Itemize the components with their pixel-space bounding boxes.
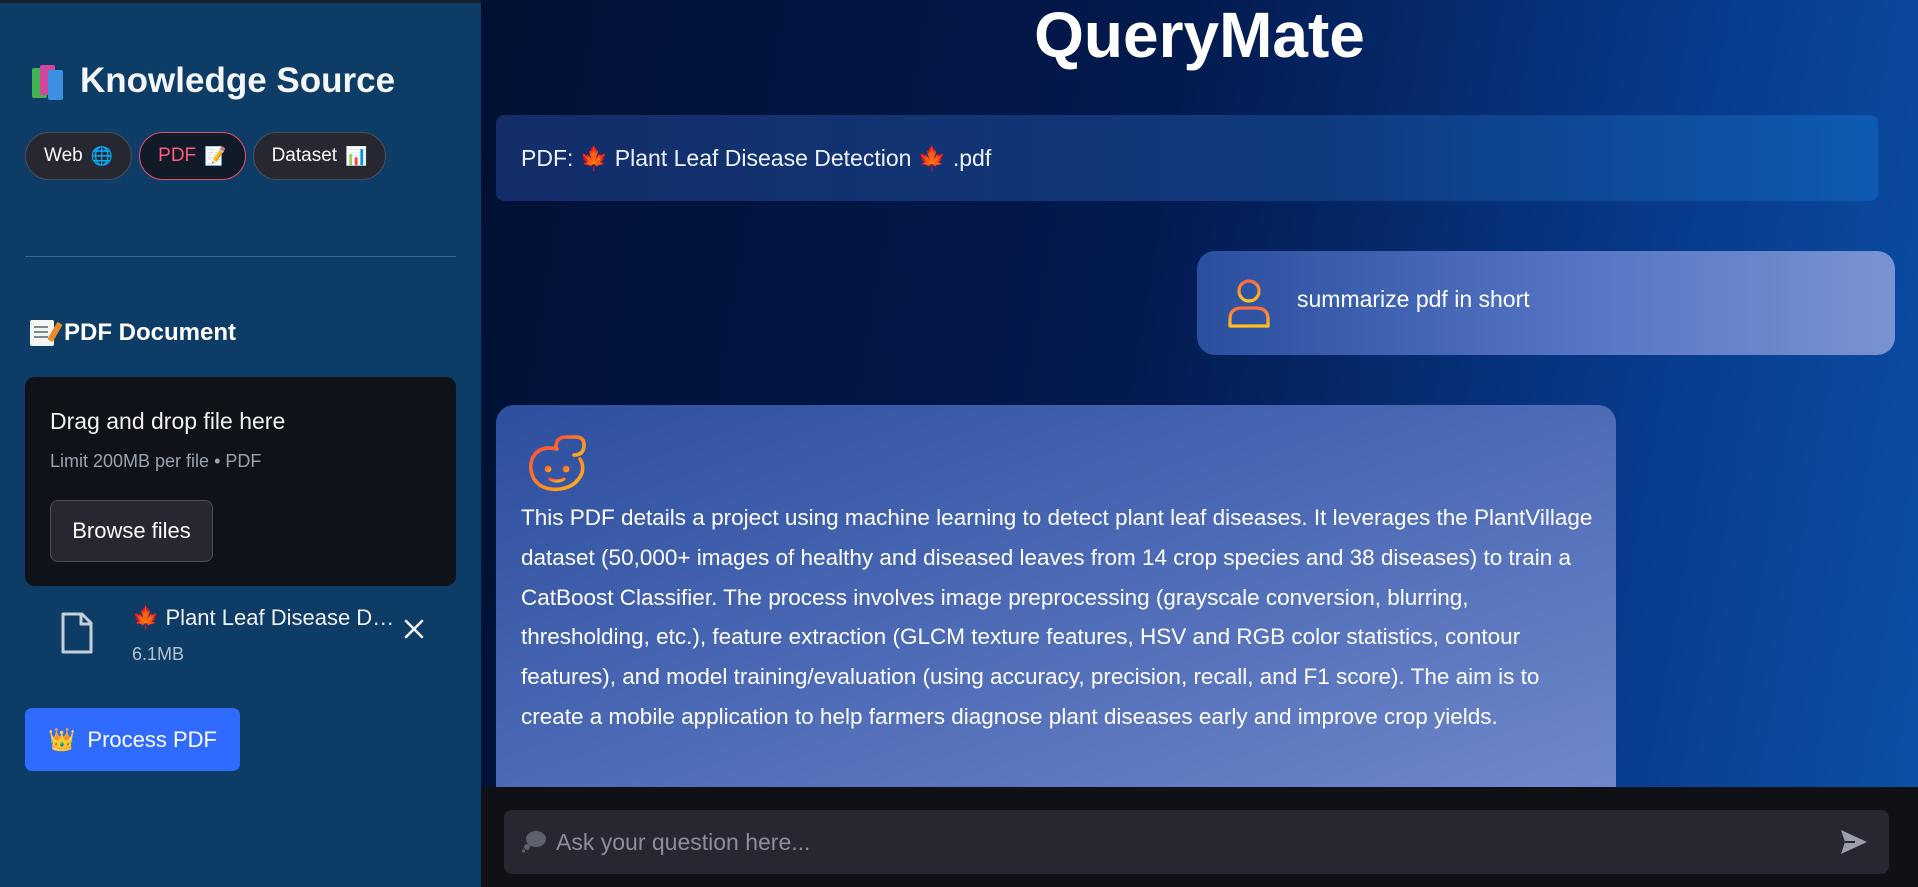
dropzone-title: Drag and drop file here bbox=[50, 408, 286, 434]
memo-icon: 📝 bbox=[204, 145, 227, 166]
uploaded-file: 🍁 Plant Leaf Disease Detection 🍁 .pdf 6.… bbox=[60, 603, 440, 673]
file-icon bbox=[61, 612, 93, 654]
browse-files-button[interactable]: Browse files bbox=[50, 500, 213, 562]
tab-dataset-label: Dataset bbox=[271, 145, 338, 166]
process-pdf-label: Process PDF bbox=[87, 726, 217, 752]
current-pdf-label: PDF: 🍁 Plant Leaf Disease Detection 🍁 .p… bbox=[521, 144, 992, 171]
user-message-text: summarize pdf in short bbox=[1297, 286, 1530, 312]
crown-icon: 👑 bbox=[48, 726, 76, 752]
chat-main: QueryMate PDF: 🍁 Plant Leaf Disease Dete… bbox=[481, 0, 1918, 805]
sidebar: Knowledge Source Web 🌐 PDF 📝 Dataset 📊 P… bbox=[0, 0, 481, 887]
pdf-section-title: PDF Document bbox=[64, 319, 237, 346]
tab-web[interactable]: Web 🌐 bbox=[25, 132, 133, 180]
page-title: QueryMate bbox=[1034, 0, 1365, 71]
bot-icon bbox=[528, 435, 586, 492]
tab-pdf[interactable]: PDF 📝 bbox=[139, 132, 246, 180]
tab-dataset[interactable]: Dataset 📊 bbox=[252, 132, 387, 180]
current-pdf-banner: PDF: 🍁 Plant Leaf Disease Detection 🍁 .p… bbox=[496, 115, 1878, 201]
sidebar-divider bbox=[25, 256, 456, 257]
close-icon[interactable] bbox=[400, 615, 428, 643]
source-tabs: Web 🌐 PDF 📝 Dataset 📊 bbox=[25, 132, 387, 180]
chat-input[interactable] bbox=[556, 810, 1806, 874]
uploaded-file-name: 🍁 Plant Leaf Disease Detection 🍁 .pdf bbox=[132, 605, 402, 630]
thought-bubble-icon bbox=[521, 831, 546, 853]
books-icon bbox=[30, 62, 68, 100]
globe-icon: 🌐 bbox=[90, 145, 114, 166]
sidebar-title: Knowledge Source bbox=[30, 61, 395, 101]
file-dropzone[interactable]: Drag and drop file here Limit 200MB per … bbox=[25, 377, 456, 586]
uploaded-file-size: 6.1MB bbox=[132, 644, 185, 664]
dropzone-limit: Limit 200MB per file • PDF bbox=[50, 451, 262, 471]
bar-chart-icon: 📊 bbox=[345, 145, 368, 166]
user-message: summarize pdf in short bbox=[1197, 251, 1895, 355]
process-pdf-button[interactable]: 👑 Process PDF bbox=[25, 708, 240, 771]
chat-input-bar bbox=[481, 787, 1918, 887]
pdf-section-heading: PDF Document bbox=[30, 319, 236, 347]
assistant-message: This PDF details a project using machine… bbox=[496, 405, 1616, 805]
send-icon[interactable] bbox=[1839, 828, 1869, 856]
sidebar-title-text: Knowledge Source bbox=[80, 61, 396, 100]
tab-web-label: Web bbox=[44, 145, 83, 166]
memo-icon bbox=[30, 320, 54, 346]
user-icon bbox=[1228, 279, 1270, 328]
assistant-message-text: This PDF details a project using machine… bbox=[521, 505, 1593, 729]
chat-input-container bbox=[504, 810, 1889, 874]
tab-pdf-label: PDF bbox=[158, 145, 197, 166]
